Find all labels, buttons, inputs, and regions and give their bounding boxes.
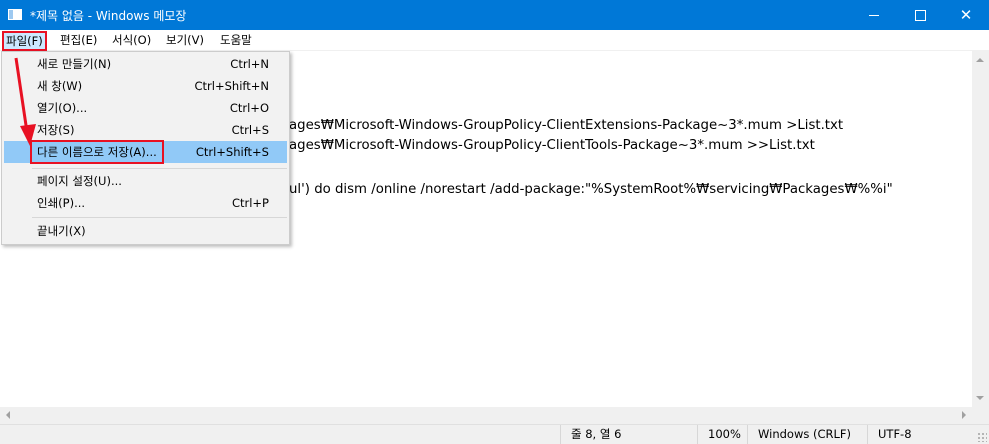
scroll-left-icon[interactable] xyxy=(6,411,10,419)
title-bar[interactable]: *제목 없음 - Windows 메모장 ✕ xyxy=(0,0,989,30)
horizontal-scrollbar[interactable] xyxy=(0,407,972,424)
menu-help[interactable]: 도움말 xyxy=(217,32,255,49)
menu-separator xyxy=(32,168,287,169)
menu-item-print[interactable]: 인쇄(P)... Ctrl+P xyxy=(4,192,287,214)
close-icon: ✕ xyxy=(959,5,973,24)
menu-separator xyxy=(32,217,287,218)
vertical-scrollbar[interactable] xyxy=(972,51,989,407)
menu-item-shortcut: Ctrl+P xyxy=(231,196,269,210)
scroll-up-icon[interactable] xyxy=(976,58,984,62)
menu-item-label: 페이지 설정(U)... xyxy=(37,174,122,188)
maximize-icon xyxy=(914,9,926,21)
scroll-right-icon[interactable] xyxy=(962,411,966,419)
menu-item-page-setup[interactable]: 페이지 설정(U)... xyxy=(4,170,287,192)
menu-item-shortcut: Ctrl+Shift+S xyxy=(195,145,269,159)
menu-item-shortcut: Ctrl+S xyxy=(231,123,269,137)
maximize-button[interactable] xyxy=(897,0,943,30)
menu-item-shortcut: Ctrl+Shift+N xyxy=(194,79,269,93)
menu-edit[interactable]: 편집(E) xyxy=(57,32,100,49)
scrollbar-corner xyxy=(972,407,989,424)
annotation-arrow-icon xyxy=(14,57,36,146)
menu-item-shortcut: Ctrl+O xyxy=(229,101,269,115)
menu-item-label: 끝내기(X) xyxy=(37,224,86,238)
status-position: 줄 8, 열 6 xyxy=(560,425,697,444)
editor-line: ul') do dism /online /norestart /add-pac… xyxy=(289,182,893,197)
minimize-button[interactable] xyxy=(851,0,897,30)
menu-item-label: 인쇄(P)... xyxy=(37,196,86,210)
scroll-down-icon[interactable] xyxy=(976,396,984,400)
status-line-ending: Windows (CRLF) xyxy=(747,425,867,444)
close-button[interactable]: ✕ xyxy=(943,0,989,30)
menu-bar: 파일(F) 편집(E) 서식(O) 보기(V) 도움말 xyxy=(0,30,989,51)
status-encoding: UTF-8 xyxy=(867,425,977,444)
menu-item-shortcut: Ctrl+N xyxy=(230,57,269,71)
status-zoom: 100% xyxy=(697,425,747,444)
resize-grip-icon[interactable] xyxy=(977,432,987,442)
menu-view[interactable]: 보기(V) xyxy=(163,32,207,49)
menu-format[interactable]: 서식(O) xyxy=(109,32,154,49)
editor-line: ages₩Microsoft-Windows-GroupPolicy-Clien… xyxy=(289,138,815,153)
menu-item-exit[interactable]: 끝내기(X) xyxy=(4,220,287,242)
status-bar: 줄 8, 열 6 100% Windows (CRLF) UTF-8 xyxy=(0,424,989,444)
minimize-icon xyxy=(869,14,879,16)
editor-line: ages₩Microsoft-Windows-GroupPolicy-Clien… xyxy=(289,118,844,133)
